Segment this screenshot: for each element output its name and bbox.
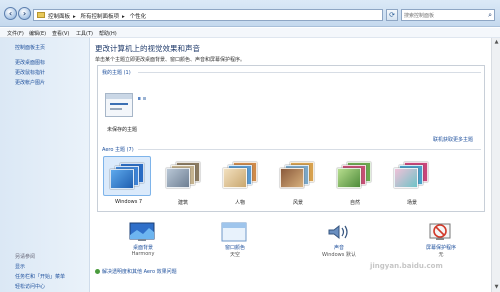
taskbar-start-menu-link[interactable]: 任务栏和「开始」菜单 xyxy=(15,273,65,280)
theme-characters-label: 人物 xyxy=(235,200,246,206)
breadcrumb: 控制面板 ▸ 所有控制面板项 ▸ 个性化 xyxy=(48,14,147,20)
theme-nature-label: 自然 xyxy=(350,200,361,206)
unsaved-theme[interactable] xyxy=(102,90,147,126)
theme-architecture-label: 建筑 xyxy=(178,200,189,206)
change-desktop-icons-link[interactable]: 更改桌面图标 xyxy=(15,59,45,66)
menu-help[interactable]: 帮助(H) xyxy=(99,30,117,37)
sounds-label: 声音 xyxy=(333,245,344,251)
troubleshoot-icon xyxy=(95,269,100,274)
scroll-up-icon[interactable]: ▲ xyxy=(493,39,500,46)
aero-themes-title[interactable]: Aero 主题 (7) xyxy=(102,146,134,153)
theme-windows7-label: Windows 7 xyxy=(115,199,143,205)
aero-troubleshoot-label: 解决透明度和其他 Aero 效果问题 xyxy=(102,269,177,275)
control-panel-home-link[interactable]: 控制面板主页 xyxy=(15,44,45,51)
refresh-button[interactable]: ⟳ xyxy=(386,9,398,21)
change-account-picture-link[interactable]: 更改帐户图片 xyxy=(15,79,45,86)
change-mouse-pointer-link[interactable]: 更改鼠标指针 xyxy=(15,69,45,76)
theme-landscapes[interactable] xyxy=(274,156,322,196)
search-box[interactable]: ⌕ xyxy=(401,9,495,21)
back-button[interactable]: ‹ xyxy=(4,7,17,20)
theme-characters[interactable] xyxy=(217,156,265,196)
theme-list-panel: 我的主题 (1) 未保存的主题 联机获取更多主题 Aero 主题 (7) Win… xyxy=(97,65,485,212)
get-more-themes-link[interactable]: 联机获取更多主题 xyxy=(433,136,473,143)
divider xyxy=(138,72,481,73)
theme-architecture-preview xyxy=(166,162,202,188)
left-nav: 控制面板主页 更改桌面图标 更改鼠标指针 更改帐户图片 另请参阅 显示 任务栏和… xyxy=(0,38,90,292)
forward-button[interactable]: › xyxy=(18,7,31,20)
sounds-icon xyxy=(328,224,348,240)
theme-windows7-preview xyxy=(110,163,146,189)
display-link[interactable]: 显示 xyxy=(15,263,25,270)
menu-view[interactable]: 查看(V) xyxy=(52,30,69,37)
desktop-background-label: 桌面背景 xyxy=(132,245,153,251)
scroll-down-icon[interactable]: ▼ xyxy=(493,284,500,291)
search-icon[interactable]: ⌕ xyxy=(488,11,492,20)
menu-file[interactable]: 文件(F) xyxy=(7,30,24,37)
window-color-value: 天空 xyxy=(229,252,240,258)
desktop-background-icon xyxy=(129,222,155,241)
divider xyxy=(138,149,481,150)
control-panel-icon xyxy=(37,12,45,18)
theme-nature[interactable] xyxy=(331,156,379,196)
theme-scenes-preview xyxy=(394,162,430,188)
my-themes-title[interactable]: 我的主题 (1) xyxy=(102,69,131,76)
ease-of-access-link[interactable]: 轻松访问中心 xyxy=(15,283,45,290)
sounds-option[interactable]: 声音 Windows 默认 xyxy=(309,222,369,262)
vertical-scrollbar[interactable]: ▲ ▼ xyxy=(491,38,500,292)
theme-landscapes-label: 风景 xyxy=(293,200,304,206)
breadcrumb-personalization[interactable]: 个性化 xyxy=(130,14,147,20)
unsaved-theme-label: 未保存的主题 xyxy=(107,127,138,133)
window-color-icon xyxy=(221,222,247,242)
screen-saver-option[interactable]: 屏幕保护程序 无 xyxy=(411,222,471,262)
page-title: 更改计算机上的视觉效果和声音 xyxy=(95,44,200,53)
watermark: jingyan.baidu.com xyxy=(370,262,443,270)
menu-bar: 文件(F) 编辑(E) 查看(V) 工具(T) 帮助(H) xyxy=(0,28,500,38)
menu-tools[interactable]: 工具(T) xyxy=(76,30,93,37)
theme-windows7[interactable] xyxy=(103,156,151,196)
main-content: 更改计算机上的视觉效果和声音 单击某个主题立即更改桌面背景、窗口颜色、声音和屏幕… xyxy=(91,38,491,292)
theme-nature-preview xyxy=(337,162,373,188)
theme-color-swatch xyxy=(138,97,146,100)
window-color-option[interactable]: 窗口颜色 天空 xyxy=(205,222,265,262)
title-address-bar: ‹ › 控制面板▸ 所有控制面板项▸ 个性化 ⟳ ⌕ xyxy=(0,0,500,27)
screen-saver-value: 无 xyxy=(438,252,444,258)
screen-saver-icon xyxy=(429,223,451,240)
window-color-label: 窗口颜色 xyxy=(224,245,245,251)
unsaved-theme-preview xyxy=(105,93,133,117)
theme-scenes[interactable] xyxy=(388,156,436,196)
search-input[interactable] xyxy=(404,11,484,20)
see-also-title: 另请参阅 xyxy=(15,254,36,260)
breadcrumb-control-panel[interactable]: 控制面板 xyxy=(48,14,70,20)
address-bar[interactable]: 控制面板 ▸ 所有控制面板项 ▸ 个性化 xyxy=(33,9,383,21)
page-subtitle: 单击某个主题立即更改桌面背景、窗口颜色、声音和屏幕保护程序。 xyxy=(95,57,246,63)
desktop-background-option[interactable]: 桌面背景 Harmony xyxy=(113,222,173,262)
theme-scenes-label: 场景 xyxy=(407,200,418,206)
aero-troubleshoot-link[interactable]: 解决透明度和其他 Aero 效果问题 xyxy=(95,268,177,275)
menu-edit[interactable]: 编辑(E) xyxy=(29,30,46,37)
sounds-value: Windows 默认 xyxy=(322,252,356,258)
theme-landscapes-preview xyxy=(280,162,316,188)
theme-architecture[interactable] xyxy=(160,156,208,196)
theme-characters-preview xyxy=(223,162,259,188)
screen-saver-label: 屏幕保护程序 xyxy=(425,245,456,251)
desktop-background-value: Harmony xyxy=(131,251,155,257)
breadcrumb-all-items[interactable]: 所有控制面板项 xyxy=(81,14,120,20)
